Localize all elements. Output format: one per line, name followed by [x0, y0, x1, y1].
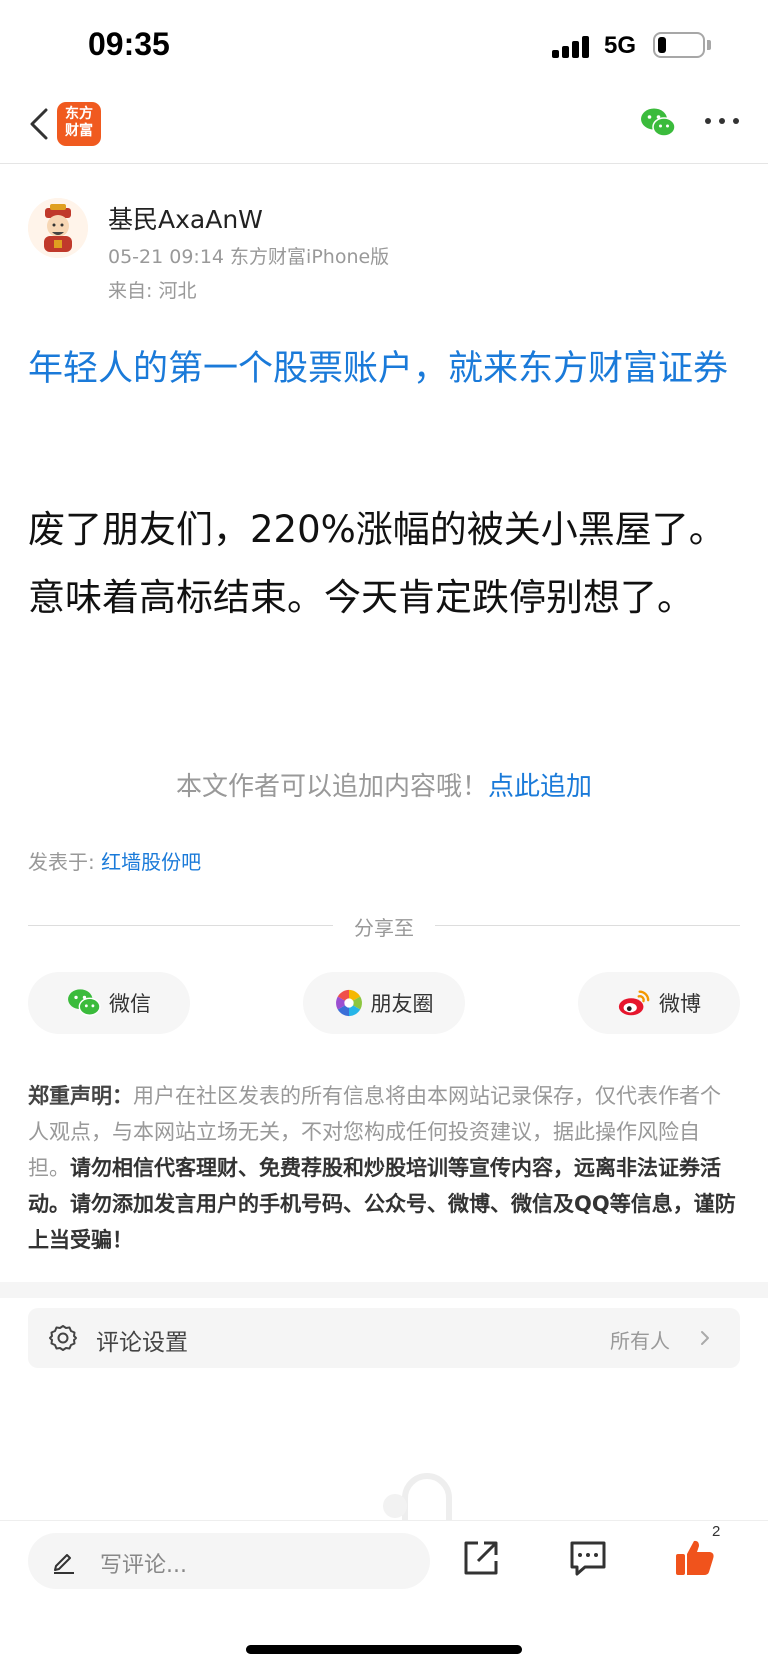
ad-title-link[interactable]: 年轻人的第一个股票账户，就来东方财富证券	[28, 340, 740, 398]
empty-comments-illustration	[383, 1473, 452, 1520]
share-weibo-button[interactable]: 微博	[578, 972, 740, 1034]
post-meta: 05-21 09:14 东方财富iPhone版	[108, 246, 390, 268]
status-bar: 09:35 5G	[0, 0, 768, 90]
battery-icon	[653, 32, 705, 58]
comment-placeholder: 写评论...	[100, 1553, 187, 1578]
append-hint: 本文作者可以追加内容哦！	[175, 772, 488, 802]
like-count: 2	[712, 1523, 721, 1540]
chevron-left-icon	[30, 108, 48, 140]
share-title: 分享至	[354, 916, 414, 940]
avatar[interactable]	[28, 198, 88, 258]
posted-in: 发表于: 红墙股份吧	[28, 846, 201, 875]
nav-bar: 东方财富	[0, 90, 768, 164]
home-indicator	[246, 1645, 522, 1654]
app-logo-text: 东方财富	[65, 106, 93, 139]
more-button[interactable]	[705, 116, 739, 126]
comment-settings-row[interactable]: 评论设置 所有人	[28, 1308, 740, 1368]
app-logo[interactable]: 东方财富	[57, 102, 101, 146]
comment-settings-label: 评论设置	[96, 1330, 188, 1356]
weibo-icon	[618, 990, 650, 1016]
section-divider	[0, 1282, 768, 1298]
chevron-right-icon	[701, 1331, 709, 1345]
wechat-icon	[68, 989, 101, 1016]
posted-in-label: 发表于:	[28, 850, 95, 874]
disclaimer: 郑重声明：用户在社区发表的所有信息将由本网站记录保存，仅代表作者个人观点，与本网…	[28, 1078, 740, 1258]
gear-icon	[49, 1325, 77, 1351]
append-content-line: 本文作者可以追加内容哦！点此追加	[0, 766, 768, 803]
bottom-toolbar: 写评论... 2	[0, 1520, 768, 1662]
wechat-share-button[interactable]	[640, 106, 676, 140]
pencil-icon	[54, 1554, 74, 1574]
share-external-icon[interactable]	[458, 1535, 504, 1581]
share-moments-label: 朋友圈	[370, 992, 434, 1016]
disclaimer-heading: 郑重声明：	[28, 1084, 133, 1108]
disclaimer-bold: 请勿相信代客理财、免费荐股和炒股培训等宣传内容，远离非法证券活动。请勿添加发言用…	[28, 1156, 736, 1252]
comment-input[interactable]: 写评论...	[28, 1533, 430, 1589]
share-wechat-button[interactable]: 微信	[28, 972, 190, 1034]
stock-bar-link[interactable]: 红墙股份吧	[101, 850, 201, 874]
comment-settings-value: 所有人	[610, 1329, 670, 1353]
signal-icon	[552, 36, 592, 58]
thumbs-up-icon[interactable]	[672, 1535, 718, 1581]
share-wechat-label: 微信	[109, 992, 151, 1016]
append-link[interactable]: 点此追加	[488, 772, 592, 802]
comment-icon[interactable]	[565, 1535, 611, 1581]
network-label: 5G	[604, 32, 637, 59]
moments-icon	[335, 989, 362, 1017]
post-body: 废了朋友们，220%涨幅的被关小黑屋了。意味着高标结束。今天肯定跌停别想了。	[28, 508, 726, 619]
status-time: 09:35	[88, 26, 170, 62]
wechat-icon	[641, 108, 676, 137]
share-divider: 分享至	[28, 910, 740, 940]
share-weibo-label: 微博	[659, 992, 701, 1016]
post-location: 来自: 河北	[108, 280, 197, 302]
avatar-image	[28, 198, 88, 258]
author-name[interactable]: 基民AxaAnW	[108, 200, 263, 236]
share-moments-button[interactable]: 朋友圈	[303, 972, 465, 1034]
back-button[interactable]	[22, 104, 62, 144]
